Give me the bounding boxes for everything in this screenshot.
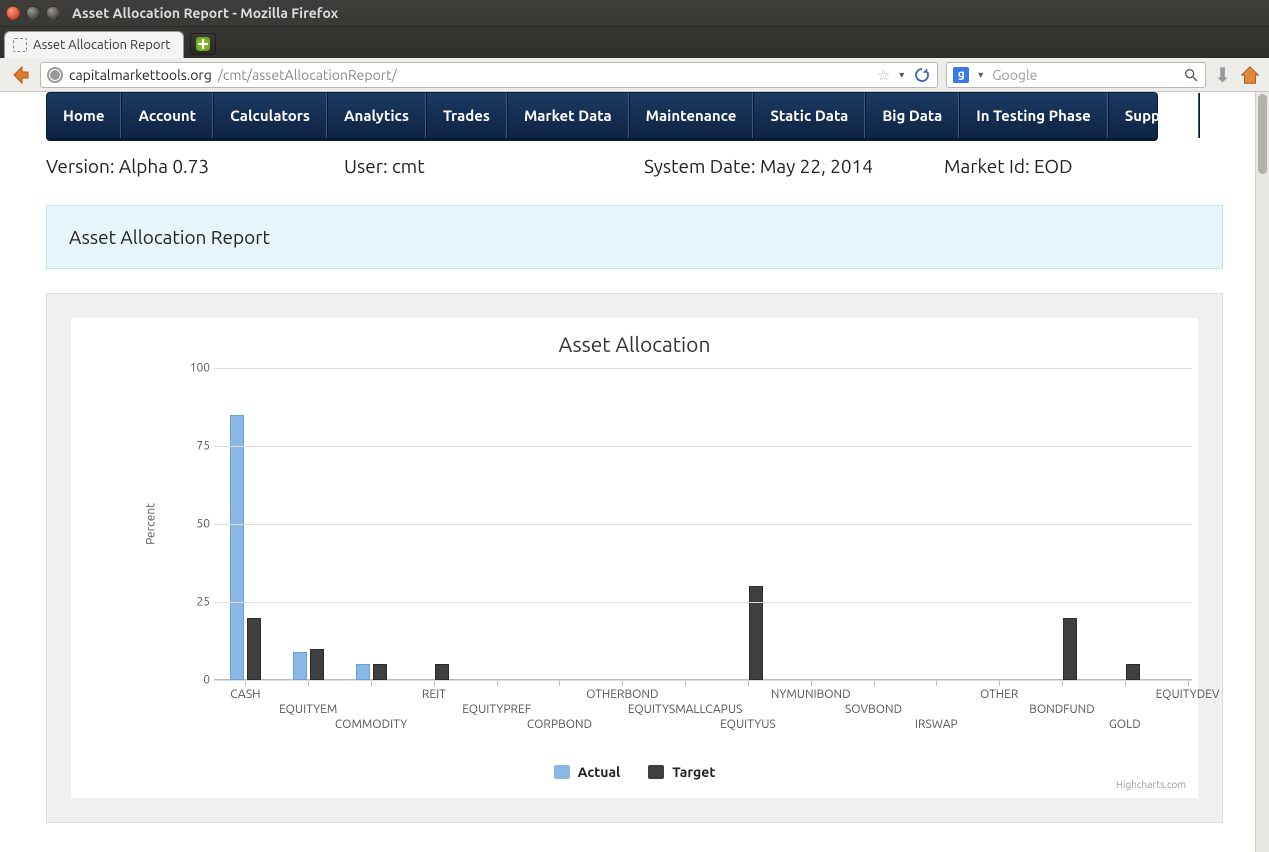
y-axis-label: Percent (144, 503, 157, 545)
tab-favicon (13, 38, 27, 52)
y-tick-label: 0 (166, 674, 210, 687)
x-label-reit: REIT (422, 688, 446, 701)
x-label-equityem: EQUITYEM (279, 703, 337, 716)
reload-icon[interactable] (913, 66, 931, 84)
nav-item-in-testing-phase[interactable]: In Testing Phase (959, 93, 1107, 138)
legend-item-actual[interactable]: Actual (554, 764, 621, 780)
window-titlebar: Asset Allocation Report - Mozilla Firefo… (0, 0, 1269, 27)
legend-swatch-target (648, 765, 664, 779)
legend-label-target: Target (672, 764, 715, 780)
report-heading-panel: Asset Allocation Report (46, 205, 1223, 269)
browser-tab[interactable]: Asset Allocation Report (4, 31, 184, 58)
info-market-id: Market Id: EOD (944, 155, 1073, 177)
x-label-equitydev: EQUITYDEV (1156, 688, 1220, 701)
window-close-button[interactable] (6, 6, 20, 20)
x-label-equityus: EQUITYUS (720, 718, 776, 731)
nav-item-static-data[interactable]: Static Data (753, 93, 865, 138)
bar-target-bondfund[interactable] (1063, 618, 1077, 680)
window-title: Asset Allocation Report - Mozilla Firefo… (72, 5, 338, 21)
chart-container: Asset Allocation Percent 0 25 50 75 100 CASH… (46, 293, 1223, 823)
x-label-nymunibond: NYMUNIBOND (771, 688, 851, 701)
scrollbar-thumb[interactable] (1258, 94, 1267, 174)
bar-target-reit[interactable] (435, 664, 449, 680)
url-bar[interactable]: capitalmarkettools.org/cmt/assetAllocati… (40, 62, 938, 88)
grid-line (214, 602, 1192, 603)
nav-item-support[interactable]: Support (1108, 93, 1199, 138)
url-dropdown-icon[interactable]: ▾ (899, 69, 904, 81)
y-tick-label: 25 (166, 596, 210, 609)
home-icon[interactable] (1239, 64, 1261, 86)
chart-credit: Highcharts.com (1116, 779, 1186, 790)
bar-target-equityem[interactable] (310, 649, 324, 680)
x-label-other: OTHER (980, 688, 1018, 701)
new-tab-button[interactable] (190, 33, 216, 55)
report-heading: Asset Allocation Report (69, 226, 270, 248)
search-placeholder: Google (992, 67, 1037, 83)
bar-target-commodity[interactable] (373, 664, 387, 680)
bar-actual-equityem[interactable] (293, 652, 307, 680)
info-version: Version: Alpha 0.73 (46, 155, 344, 177)
url-domain: capitalmarkettools.org (69, 67, 212, 83)
x-label-otherbond: OTHERBOND (586, 688, 658, 701)
nav-item-account[interactable]: Account (121, 93, 213, 138)
vertical-scrollbar[interactable] (1255, 92, 1269, 852)
globe-icon (47, 67, 63, 83)
chart: Asset Allocation Percent 0 25 50 75 100 CASH… (71, 318, 1198, 798)
main-nav: HomeAccountCalculatorsAnalyticsTradesMar… (46, 92, 1158, 141)
legend-label-actual: Actual (578, 764, 621, 780)
window-maximize-button[interactable] (46, 6, 60, 20)
grid-line (214, 368, 1192, 369)
plus-icon (196, 37, 210, 51)
nav-item-home[interactable]: Home (47, 93, 121, 138)
x-label-sovbond: SOVBOND (845, 703, 902, 716)
grid-line (214, 446, 1192, 447)
y-tick-label: 100 (166, 362, 210, 375)
legend-item-target[interactable]: Target (648, 764, 715, 780)
x-label-equitysmallcapus: EQUITYSMALLCAPUS (628, 703, 743, 716)
x-label-bondfund: BONDFUND (1029, 703, 1095, 716)
legend-swatch-actual (554, 765, 570, 779)
toolbar: capitalmarkettools.org/cmt/assetAllocati… (0, 58, 1269, 92)
info-row: Version: Alpha 0.73 User: cmt System Dat… (46, 155, 1223, 177)
y-tick-label: 75 (166, 440, 210, 453)
tab-strip: Asset Allocation Report (0, 27, 1269, 58)
nav-item-analytics[interactable]: Analytics (327, 93, 426, 138)
bar-target-gold[interactable] (1126, 664, 1140, 680)
plot-area: Percent 0255075100 (166, 368, 1192, 680)
bar-actual-cash[interactable] (230, 415, 244, 680)
search-engine-dropdown-icon[interactable]: ▾ (978, 69, 983, 81)
bar-actual-commodity[interactable] (356, 664, 370, 680)
grid-line (214, 680, 1192, 681)
x-label-irswap: IRSWAP (915, 718, 958, 731)
info-system-date: System Date: May 22, 2014 (644, 155, 944, 177)
bar-target-cash[interactable] (247, 618, 261, 680)
window-minimize-button[interactable] (26, 6, 40, 20)
bookmark-star-icon[interactable]: ☆ (877, 66, 890, 84)
downloads-icon[interactable]: ⬇ (1214, 63, 1231, 87)
y-tick-label: 50 (166, 518, 210, 531)
x-axis-labels: CASH EQUITYEM COMMODITY REIT EQUITYPREF CORPB… (214, 688, 1192, 748)
back-button[interactable] (8, 63, 32, 87)
x-label-gold: GOLD (1109, 718, 1141, 731)
nav-item-big-data[interactable]: Big Data (865, 93, 959, 138)
x-label-equitypref: EQUITYPREF (462, 703, 531, 716)
x-label-cash: CASH (230, 688, 260, 701)
search-icon[interactable] (1183, 67, 1199, 83)
google-icon: g (953, 67, 969, 83)
info-user: User: cmt (344, 155, 644, 177)
nav-item-maintenance[interactable]: Maintenance (629, 93, 754, 138)
x-label-corpbond: CORPBOND (527, 718, 592, 731)
bar-target-equityus[interactable] (749, 586, 763, 680)
grid-line (214, 524, 1192, 525)
nav-item-trades[interactable]: Trades (426, 93, 507, 138)
nav-item-calculators[interactable]: Calculators (213, 93, 327, 138)
x-label-commodity: COMMODITY (335, 718, 407, 731)
url-path: /cmt/assetAllocationReport/ (218, 67, 397, 83)
nav-item-market-data[interactable]: Market Data (507, 93, 629, 138)
back-arrow-icon (8, 63, 32, 87)
search-bar[interactable]: g ▾ Google (946, 62, 1206, 88)
chart-title: Asset Allocation (83, 332, 1186, 356)
chart-legend: Actual Target (71, 764, 1198, 780)
tab-title: Asset Allocation Report (33, 38, 171, 52)
